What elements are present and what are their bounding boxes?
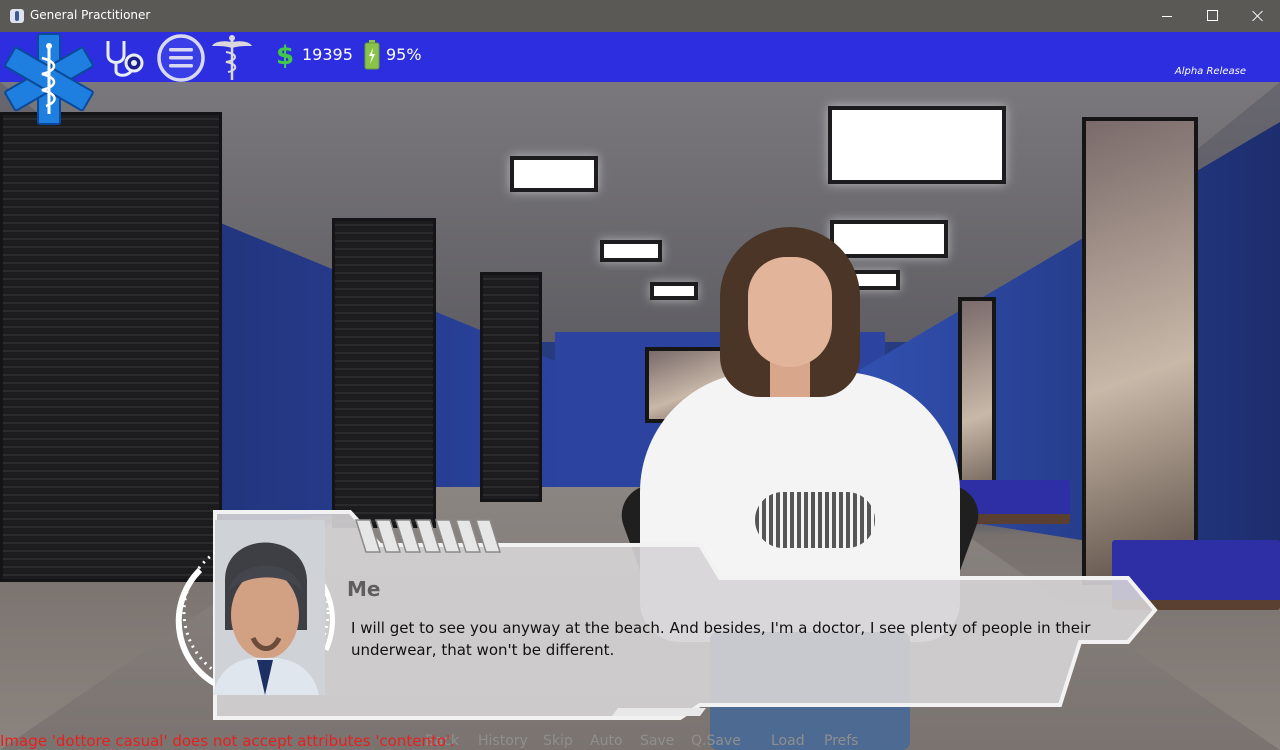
wall-poster [1082,117,1198,585]
quick-menu-auto[interactable]: Auto [590,733,623,749]
quick-menu-history[interactable]: History [478,733,528,749]
close-button[interactable] [1235,0,1280,32]
locker [480,272,542,502]
motorcycle-print [755,492,875,548]
caduceus-icon[interactable] [210,34,254,82]
money-value: 19395 [302,45,353,64]
error-message: Image 'dottore casual' does not accept a… [0,732,455,750]
window-titlebar: General Practitioner [0,0,1280,32]
quick-menu-skip[interactable]: Skip [543,733,573,749]
app-icon [10,9,24,23]
menu-icon[interactable] [156,34,206,82]
character-face [748,257,832,367]
minimize-button[interactable] [1144,0,1190,32]
quick-menu-qsave[interactable]: Q.Save [691,733,741,749]
ceiling-lamp [828,106,1006,184]
character-sprite [613,227,987,750]
star-of-life-icon[interactable] [2,32,96,126]
speaker-name: Me [347,577,381,601]
quick-menu-load[interactable]: Load [771,733,805,749]
bench [1112,540,1280,610]
locker [332,218,436,528]
dialogue-text: I will get to see you anyway at the beac… [351,619,1091,659]
release-label: Alpha Release [1174,66,1246,77]
speaker-portrait [213,520,325,695]
window-title: General Practitioner [30,8,151,22]
quick-menu-prefs[interactable]: Prefs [824,733,858,749]
battery-icon [364,40,380,70]
money-icon: $ [276,41,295,71]
quick-menu-save[interactable]: Save [640,733,674,749]
ceiling-lamp [510,156,598,192]
stethoscope-icon[interactable] [100,37,146,81]
battery-percent: 95% [386,45,422,64]
maximize-button[interactable] [1190,0,1236,32]
locker [0,112,222,582]
